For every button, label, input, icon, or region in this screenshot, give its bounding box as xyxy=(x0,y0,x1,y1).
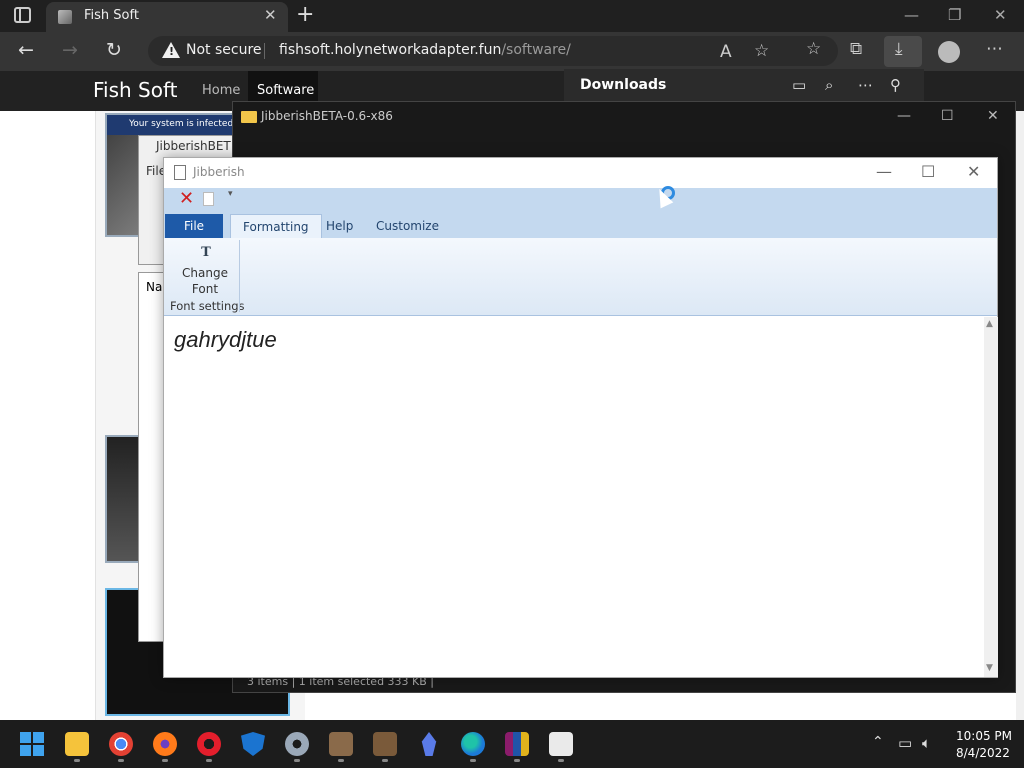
ribbon-tabs: File Formatting Help Customize xyxy=(164,213,997,238)
refresh-icon[interactable]: ↻ xyxy=(106,39,122,61)
open-folder-icon[interactable]: ▭ xyxy=(792,76,806,94)
taskbar: ⌃ ▭ 🔈︎ 10:05 PM 8/4/2022 xyxy=(0,720,1024,768)
url-host: fishsoft.holynetworkadapter.fun xyxy=(279,42,502,58)
winrar-title: JibberishBET xyxy=(156,139,231,153)
tab-customize[interactable]: Customize xyxy=(364,214,451,238)
forward-arrow-icon[interactable]: → xyxy=(62,39,78,61)
package-taskbar-icon[interactable] xyxy=(329,732,353,762)
browser-tab-bar: Fish Soft ✕ + — ❐ ✕ xyxy=(0,0,1024,32)
explorer-title: JibberishBETA-0.6-x86 xyxy=(261,109,393,123)
jibberish-close-button[interactable]: ✕ xyxy=(967,162,980,181)
pin-icon[interactable]: ⚲ xyxy=(890,76,901,94)
address-bar[interactable]: ! Not secure fishsoft.holynetworkadapter… xyxy=(148,36,838,66)
quick-access-toolbar: ✕ ▾ xyxy=(164,188,997,213)
volume-icon[interactable]: 🔈︎ xyxy=(922,734,931,752)
editor-text[interactable]: gahrydjtue xyxy=(174,327,277,353)
notepad-taskbar-icon[interactable] xyxy=(549,732,573,762)
font-icon: T xyxy=(201,245,211,260)
warning-icon: ! xyxy=(162,42,180,58)
clock-time[interactable]: 10:05 PM xyxy=(956,729,1012,743)
tab-formatting[interactable]: Formatting xyxy=(230,214,322,238)
jibberish-maximize-button[interactable]: ☐ xyxy=(921,162,935,181)
search-icon[interactable]: ⌕ xyxy=(825,76,833,94)
favicon-icon xyxy=(58,10,72,24)
back-arrow-icon[interactable]: ← xyxy=(18,39,34,61)
download-icon[interactable]: ⤓ xyxy=(895,39,903,59)
edge-taskbar-icon[interactable] xyxy=(461,732,485,762)
ribbon-group-separator xyxy=(239,240,240,312)
more-menu-icon[interactable]: ⋯ xyxy=(986,39,1003,59)
explorer-close-button[interactable]: ✕ xyxy=(987,108,999,124)
clock-date[interactable]: 8/4/2022 xyxy=(956,746,1010,760)
tab-title: Fish Soft xyxy=(84,8,139,23)
new-document-icon[interactable] xyxy=(203,192,214,206)
more-options-icon[interactable]: ⋯ xyxy=(858,76,873,94)
settings-gear-taskbar-icon[interactable] xyxy=(285,732,309,762)
jibberish-title: Jibberish xyxy=(193,165,245,179)
scroll-down-icon[interactable]: ▼ xyxy=(986,663,993,673)
winrar-taskbar-icon[interactable] xyxy=(505,732,529,762)
browser-tab[interactable]: Fish Soft ✕ xyxy=(46,2,288,32)
scroll-up-icon[interactable]: ▲ xyxy=(986,319,993,329)
downloads-title: Downloads xyxy=(580,77,667,93)
site-brand[interactable]: Fish Soft xyxy=(93,78,178,102)
profile-avatar[interactable] xyxy=(938,41,960,63)
new-tab-button[interactable]: + xyxy=(296,2,314,27)
document-icon xyxy=(174,165,186,180)
network-icon[interactable]: ▭ xyxy=(898,734,912,752)
url-path: /software/ xyxy=(501,42,571,58)
security-shield-taskbar-icon[interactable] xyxy=(241,732,265,756)
address-separator xyxy=(264,43,265,59)
page-scrollbar[interactable] xyxy=(1016,111,1024,720)
explorer-minimize-button[interactable]: — xyxy=(897,108,911,124)
downloads-flyout: Downloads ▭ ⌕ ⋯ ⚲ xyxy=(564,69,924,101)
chrome-taskbar-icon[interactable] xyxy=(109,732,133,762)
tab-file[interactable]: File xyxy=(165,214,223,238)
tray-chevron-up-icon[interactable]: ⌃ xyxy=(872,734,884,750)
editor-scrollbar[interactable]: ▲ ▼ xyxy=(984,317,998,677)
read-aloud-icon[interactable]: A xyxy=(720,42,732,62)
favorite-add-icon[interactable]: ☆ xyxy=(754,41,769,61)
url-text[interactable]: fishsoft.holynetworkadapter.fun/software… xyxy=(279,42,571,58)
browser-restore-button[interactable]: ❐ xyxy=(948,6,961,24)
browser-minimize-button[interactable]: — xyxy=(904,6,919,24)
folder-icon xyxy=(241,111,257,123)
change-font-label: Font xyxy=(191,282,219,296)
tab-actions-icon[interactable] xyxy=(14,7,31,23)
close-document-icon[interactable]: ✕ xyxy=(179,188,194,209)
favorites-icon[interactable]: ☆ xyxy=(806,39,821,59)
tab-close-button[interactable]: ✕ xyxy=(264,6,277,24)
change-font-label: Change xyxy=(182,266,228,280)
file-explorer-taskbar-icon[interactable] xyxy=(65,732,89,762)
change-font-button[interactable]: T Change Font xyxy=(170,242,240,296)
collections-icon[interactable]: ⧉ xyxy=(850,39,862,59)
opera-taskbar-icon[interactable] xyxy=(197,732,221,762)
not-secure-label[interactable]: Not secure xyxy=(186,42,262,58)
browser-close-button[interactable]: ✕ xyxy=(994,6,1007,24)
crystal-taskbar-icon[interactable] xyxy=(421,732,437,756)
nav-home-link[interactable]: Home xyxy=(202,83,240,98)
firefox-taskbar-icon[interactable] xyxy=(153,732,177,762)
start-button[interactable] xyxy=(20,732,44,756)
browser-toolbar: ← → ↻ ! Not secure fishsoft.holynetworka… xyxy=(0,32,1024,71)
ribbon-panel: T Change Font Font settings xyxy=(164,238,997,316)
downloads-button[interactable] xyxy=(884,36,922,67)
package-taskbar-icon[interactable] xyxy=(373,732,397,762)
jibberish-window[interactable]: Jibberish — ☐ ✕ ✕ ▾ File Formatting Help… xyxy=(163,157,998,678)
jibberish-titlebar[interactable]: Jibberish — ☐ ✕ xyxy=(164,158,997,188)
jibberish-minimize-button[interactable]: — xyxy=(876,162,892,181)
font-settings-group-label: Font settings xyxy=(170,299,245,313)
tab-help[interactable]: Help xyxy=(314,214,365,238)
explorer-maximize-button[interactable]: ☐ xyxy=(941,108,954,124)
chevron-down-icon[interactable]: ▾ xyxy=(228,189,233,199)
text-editor[interactable]: gahrydjtue xyxy=(164,317,984,677)
